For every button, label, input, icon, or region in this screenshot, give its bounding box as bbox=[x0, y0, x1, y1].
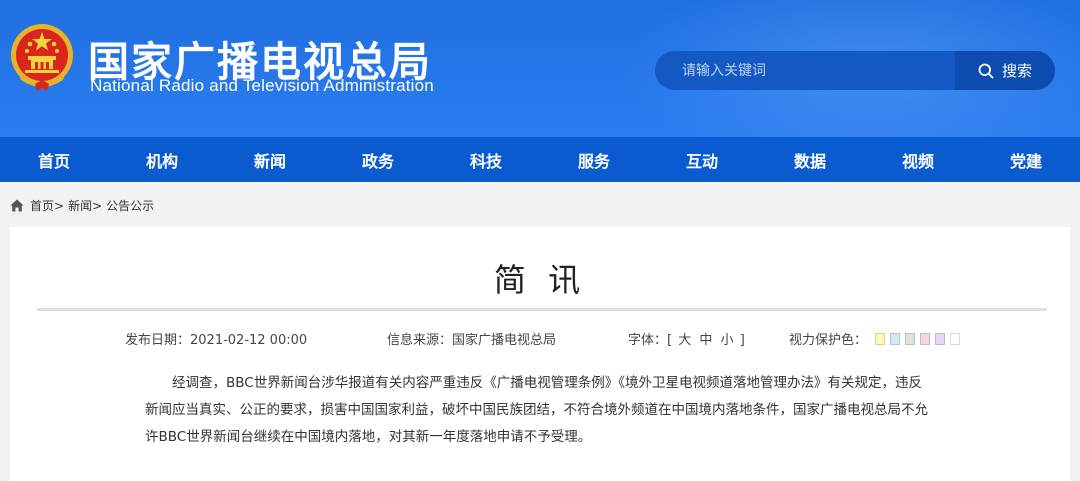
eye-color-swatch[interactable] bbox=[890, 332, 901, 345]
font-size-close: ] bbox=[739, 333, 745, 348]
nav-item-interaction[interactable]: 互动 bbox=[648, 137, 756, 182]
nav-item-party[interactable]: 党建 bbox=[972, 137, 1080, 182]
publish-date: 发布日期：2021-02-12 00:00 bbox=[125, 333, 308, 348]
article-card: 简 讯 发布日期：2021-02-12 00:00 信息来源：国家广播电视总局 … bbox=[10, 227, 1070, 481]
eye-color-swatch[interactable] bbox=[875, 332, 886, 345]
breadcrumb-home[interactable]: 首页> bbox=[30, 197, 64, 214]
title-divider bbox=[37, 308, 1047, 311]
nav-item-agency[interactable]: 机构 bbox=[108, 137, 216, 182]
eye-color-swatch[interactable] bbox=[935, 332, 946, 345]
info-source: 信息来源：国家广播电视总局 bbox=[387, 333, 557, 348]
nav-item-technology[interactable]: 科技 bbox=[432, 137, 540, 182]
nav-item-government[interactable]: 政务 bbox=[324, 137, 432, 182]
breadcrumb-announcements[interactable]: 公告公示 bbox=[106, 197, 154, 214]
breadcrumb-news[interactable]: 新闻> bbox=[68, 197, 102, 214]
eye-color-swatch[interactable] bbox=[920, 332, 931, 345]
font-size-label: 字体：[ bbox=[628, 333, 673, 348]
font-size-control: 字体：[ 大 中 小 ] bbox=[628, 329, 745, 348]
nav-item-news[interactable]: 新闻 bbox=[216, 137, 324, 182]
search-icon bbox=[978, 63, 994, 79]
font-size-large[interactable]: 大 bbox=[678, 333, 691, 348]
search-button-label: 搜索 bbox=[1001, 62, 1032, 80]
nav-item-services[interactable]: 服务 bbox=[540, 137, 648, 182]
nav-item-home[interactable]: 首页 bbox=[0, 137, 108, 182]
eye-protection-control: 视力保护色： bbox=[789, 329, 961, 348]
font-size-medium[interactable]: 中 bbox=[699, 333, 712, 348]
article-title: 简 讯 bbox=[493, 261, 587, 299]
nav-item-video[interactable]: 视频 bbox=[864, 137, 972, 182]
national-emblem-icon[interactable] bbox=[9, 22, 75, 92]
site-header: 国家广播电视总局 National Radio and Television A… bbox=[0, 0, 1080, 137]
site-title-en: National Radio and Television Administra… bbox=[90, 76, 434, 95]
eye-color-swatch[interactable] bbox=[905, 332, 916, 345]
search-input[interactable] bbox=[655, 51, 955, 90]
search-box: 搜索 bbox=[655, 51, 1055, 90]
eye-protection-label: 视力保护色： bbox=[789, 333, 868, 348]
breadcrumb: 首页> 新闻> 公告公示 bbox=[10, 197, 154, 213]
home-icon bbox=[10, 199, 24, 211]
search-button[interactable]: 搜索 bbox=[955, 51, 1055, 90]
eye-color-swatch[interactable] bbox=[950, 332, 961, 345]
nav-item-data[interactable]: 数据 bbox=[756, 137, 864, 182]
main-nav: 首页 机构 新闻 政务 科技 服务 互动 数据 视频 党建 bbox=[0, 137, 1080, 182]
article-body: 经调查，BBC世界新闻台涉华报道有关内容严重违反《广播电视管理条例》《境外卫星电… bbox=[145, 375, 928, 445]
font-size-small[interactable]: 小 bbox=[721, 333, 734, 348]
eye-color-swatches bbox=[875, 332, 961, 345]
